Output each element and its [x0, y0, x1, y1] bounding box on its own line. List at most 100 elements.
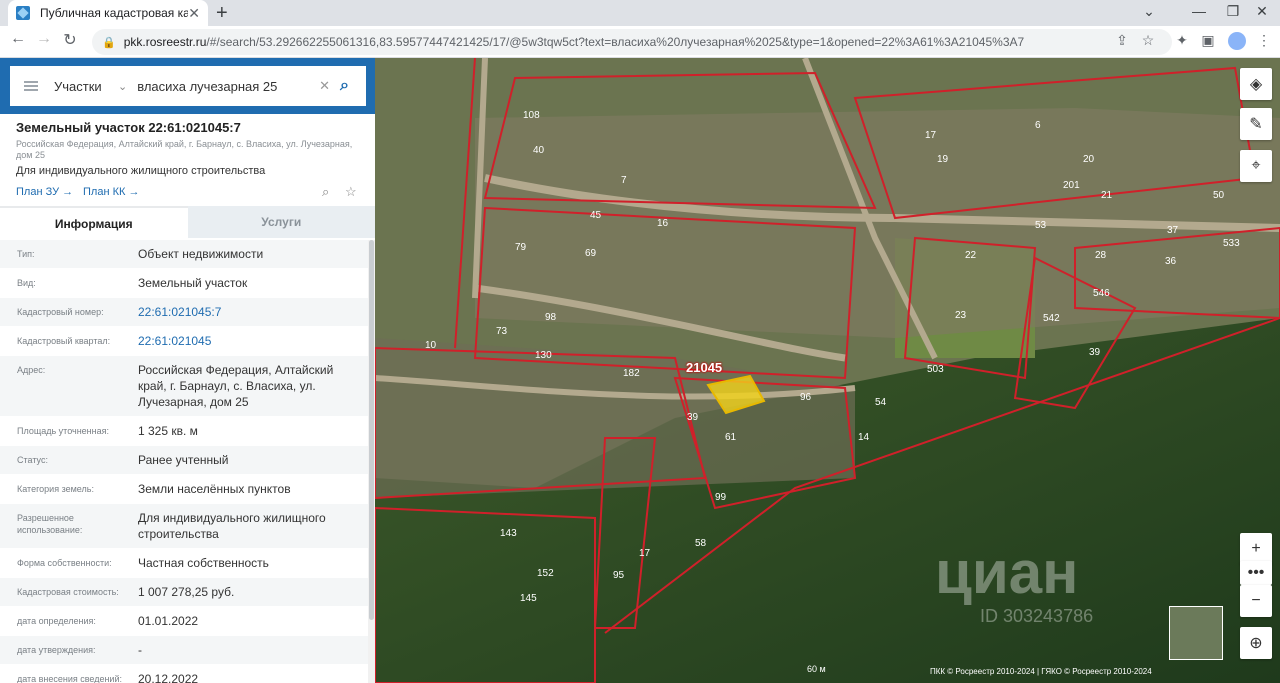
attribute-row: дата внесения сведений: 20.12.2022 [0, 665, 368, 683]
attribute-value: 1 325 кв. м [138, 424, 198, 438]
scrollbar-thumb[interactable] [369, 240, 374, 620]
layers-icon[interactable]: ◈ [1240, 68, 1272, 100]
svg-text:22: 22 [965, 250, 977, 261]
map-scale: 60 м [807, 664, 826, 674]
attribute-row: дата утверждения: - [0, 636, 368, 665]
object-use: Для индивидуального жилищного строительс… [16, 165, 266, 177]
svg-text:28: 28 [1095, 250, 1107, 261]
compass-icon[interactable]: ⊕ [1240, 627, 1272, 659]
tab-close-icon[interactable]: ✕ [188, 5, 200, 22]
tab-services[interactable]: Услуги [187, 206, 375, 238]
chevron-down-icon[interactable]: ⌄ [118, 80, 127, 93]
attribute-key: дата утверждения: [17, 645, 96, 655]
attribute-row: Статус: Ранее учтенный [0, 446, 368, 475]
forward-icon[interactable]: → [32, 30, 56, 48]
svg-text:546: 546 [1093, 288, 1110, 299]
attribute-row: Кадастровый номер: 22:61:021045:7 [0, 298, 368, 327]
svg-text:40: 40 [533, 145, 545, 156]
svg-text:37: 37 [1167, 225, 1179, 236]
attribute-value: Земельный участок [138, 276, 248, 290]
attribute-value: Российская Федерация, Алтайский край, г.… [138, 363, 334, 409]
svg-text:542: 542 [1043, 313, 1060, 324]
site-favicon-icon [16, 6, 30, 20]
attribute-value: Ранее учтенный [138, 453, 229, 467]
svg-text:39: 39 [687, 412, 699, 423]
attribute-row: дата определения: 01.01.2022 [0, 607, 368, 636]
profile-avatar[interactable] [1228, 32, 1246, 50]
share-icon[interactable]: ⇪ [1112, 32, 1132, 49]
chevron-down-icon[interactable]: ⌄ [1126, 0, 1172, 26]
window-close-icon[interactable]: ✕ [1244, 0, 1280, 26]
svg-text:58: 58 [695, 538, 707, 549]
zoom-to-object-icon[interactable]: ⌕ [322, 184, 329, 200]
svg-text:53: 53 [1035, 220, 1047, 231]
url-field[interactable]: 🔒 pkk.rosreestr.ru/#/search/53.292662255… [92, 29, 1172, 55]
attribute-value[interactable]: 22:61:021045 [122, 327, 368, 355]
attribute-table: Тип: Объект недвижимости Вид: Земельный уча… [0, 240, 368, 683]
more-icon[interactable]: ••• [1240, 561, 1272, 585]
svg-text:533: 533 [1223, 238, 1240, 249]
hamburger-icon[interactable] [24, 81, 38, 91]
attribute-row: Площадь уточненная: 1 325 кв. м [0, 417, 368, 446]
object-title: Земельный участок 22:61:021045:7 [16, 120, 241, 135]
svg-text:99: 99 [715, 492, 727, 503]
search-icon[interactable]: ⌕ [340, 77, 366, 95]
svg-text:61: 61 [725, 432, 737, 443]
svg-text:10: 10 [425, 340, 437, 351]
attribute-value: - [138, 643, 142, 657]
attribute-value: Частная собственность [138, 556, 269, 570]
search-type-select[interactable]: Участки [54, 79, 114, 94]
minimap-thumbnail[interactable] [1169, 606, 1223, 660]
back-icon[interactable]: ← [6, 30, 30, 48]
attribute-key: Кадастровая стоимость: [17, 587, 119, 597]
zoom-out-icon[interactable]: − [1240, 585, 1272, 617]
search-input[interactable]: власиха лучезарная 25 [137, 79, 319, 94]
tab-information[interactable]: Информация [0, 206, 188, 238]
svg-text:36: 36 [1165, 256, 1177, 267]
sidepanel-icon[interactable]: ▣ [1198, 32, 1218, 49]
plan-kk-link[interactable]: План КК → [83, 186, 139, 198]
svg-text:98: 98 [545, 312, 557, 323]
attribute-row: Тип: Объект недвижимости [0, 240, 368, 269]
quarter-label: 21045 [686, 360, 723, 375]
attribute-key: Форма собственности: [17, 558, 112, 568]
attribute-row: Форма собственности: Частная собственност… [0, 549, 368, 578]
attribute-value[interactable]: 22:61:021045:7 [122, 298, 368, 326]
svg-text:96: 96 [800, 392, 812, 403]
attribute-key: Кадастровый номер: [17, 307, 104, 317]
scrollbar[interactable] [368, 240, 375, 683]
clear-icon[interactable]: ✕ [319, 78, 330, 94]
attribute-row: Разрешенное использование: Для индивидуал… [0, 504, 368, 549]
reload-icon[interactable]: ↻ [58, 30, 82, 50]
ruler-icon[interactable]: ✎ [1240, 108, 1272, 140]
svg-text:201: 201 [1063, 180, 1080, 191]
plan-zu-link[interactable]: План ЗУ → [16, 186, 73, 198]
attribute-key: Площадь уточненная: [17, 426, 109, 436]
svg-text:45: 45 [590, 210, 602, 221]
svg-text:108: 108 [523, 110, 540, 121]
watermark-id: ID 303243786 [980, 606, 1094, 626]
browser-tab[interactable]: Публичная кадастровая карта ✕ [8, 0, 208, 26]
object-address: Российская Федерация, Алтайский край, г.… [16, 139, 353, 160]
favorite-star-icon[interactable]: ☆ [345, 184, 357, 200]
attribute-key: Кадастровый квартал: [17, 336, 111, 346]
map-copyright: ПКК © Росреестр 2010-2024 | ГЯКО © Росре… [930, 667, 1152, 676]
svg-text:7: 7 [621, 175, 627, 186]
locate-icon[interactable]: ⌖ [1240, 150, 1272, 182]
attribute-key: Категория земель: [17, 484, 94, 494]
svg-text:95: 95 [613, 570, 625, 581]
svg-text:14: 14 [858, 432, 870, 443]
star-icon[interactable]: ☆ [1138, 32, 1158, 49]
attribute-value: Земли населённых пунктов [138, 482, 291, 496]
map-view[interactable]: 108 40 7 45 16 79 69 73 98 10 130 182 39 61 96 54 1… [375, 58, 1280, 683]
svg-text:19: 19 [937, 154, 949, 165]
new-tab-icon[interactable]: + [216, 2, 228, 25]
extensions-icon[interactable]: ✦ [1172, 32, 1192, 49]
svg-text:20: 20 [1083, 154, 1095, 165]
svg-text:50: 50 [1213, 190, 1225, 201]
svg-text:16: 16 [657, 218, 669, 229]
attribute-key: Адрес: [17, 365, 46, 375]
menu-icon[interactable]: ⋮ [1254, 32, 1274, 49]
address-bar: ← → ↻ 🔒 pkk.rosreestr.ru/#/search/53.292… [0, 26, 1280, 58]
tab-title: Публичная кадастровая карта [40, 6, 189, 20]
